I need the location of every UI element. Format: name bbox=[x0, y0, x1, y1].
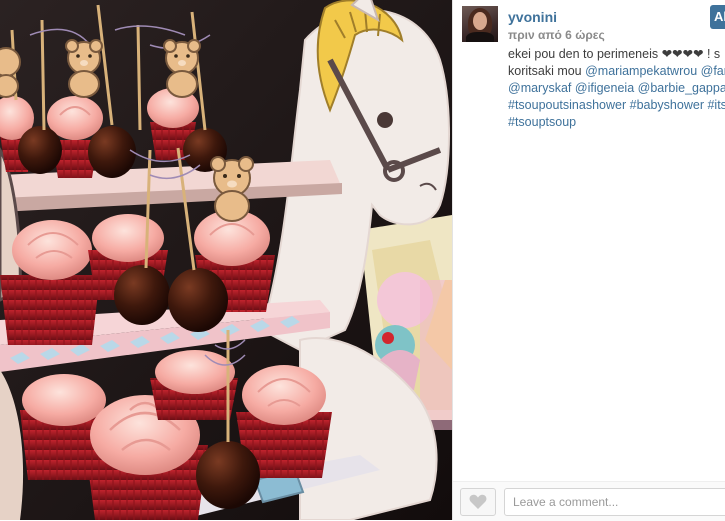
post-photo[interactable] bbox=[0, 0, 452, 520]
follow-button[interactable]: Ak bbox=[710, 5, 725, 29]
post-side-panel: yvonini πριν από 6 ώρες Ak ekei pou den … bbox=[452, 0, 725, 521]
hashtag-link[interactable]: #tsouptsoup bbox=[508, 115, 576, 129]
bear-topper bbox=[65, 39, 103, 98]
avatar[interactable] bbox=[462, 6, 498, 42]
comment-bar bbox=[453, 481, 725, 521]
heart-icon bbox=[469, 494, 487, 509]
post-caption: ekei pou den to perimeneis ❤❤❤❤ ! s kori… bbox=[508, 46, 725, 131]
like-button[interactable] bbox=[460, 488, 496, 516]
caption-text: koritsaki mou bbox=[508, 64, 586, 78]
post-timestamp: πριν από 6 ώρες bbox=[508, 28, 605, 42]
mention-link[interactable]: @maryskaf bbox=[508, 81, 571, 95]
comment-input[interactable] bbox=[504, 488, 725, 516]
hashtag-link[interactable]: #itsg bbox=[707, 98, 725, 112]
mention-link[interactable]: @fanta bbox=[701, 64, 725, 78]
username-link[interactable]: yvonini bbox=[508, 9, 557, 25]
cupcake-stand-photo bbox=[0, 0, 452, 520]
mention-link[interactable]: @barbie_gappa bbox=[638, 81, 725, 95]
mention-link[interactable]: @ifigeneia bbox=[575, 81, 634, 95]
caption-text: ekei pou den to perimeneis ❤❤❤❤ ! s bbox=[508, 47, 721, 61]
mention-link[interactable]: @mariampekatwrou bbox=[585, 64, 697, 78]
hashtag-link[interactable]: #babyshower bbox=[630, 98, 704, 112]
hashtag-link[interactable]: #tsoupoutsinashower bbox=[508, 98, 626, 112]
